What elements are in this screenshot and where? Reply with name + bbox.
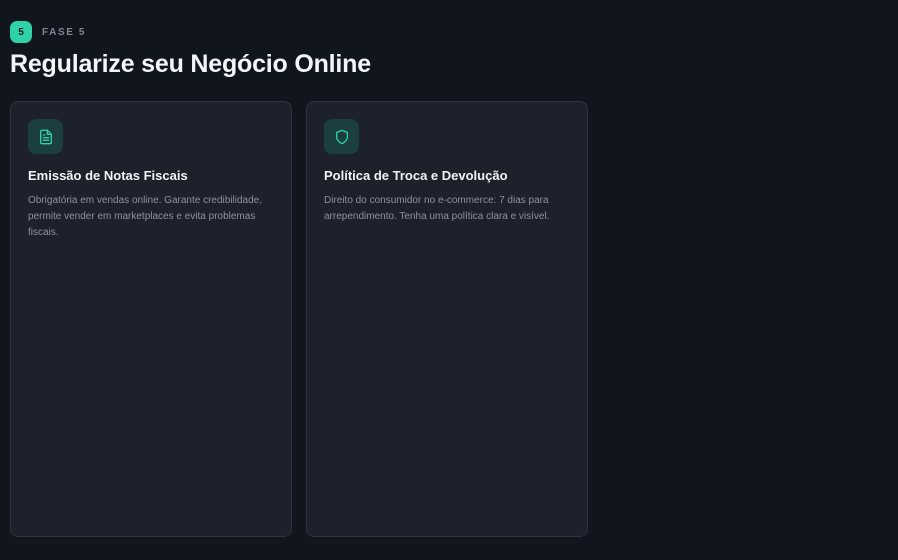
card-returns-policy[interactable]: Política de Troca e Devolução Direito do… xyxy=(306,101,588,537)
card-invoices[interactable]: Emissão de Notas Fiscais Obrigatória em … xyxy=(10,101,292,537)
document-icon xyxy=(28,119,63,154)
card-grid: Emissão de Notas Fiscais Obrigatória em … xyxy=(10,101,588,537)
card-title: Emissão de Notas Fiscais xyxy=(28,168,188,183)
phase-number-badge: 5 xyxy=(10,21,32,43)
phase-header: 5 FASE 5 xyxy=(10,21,888,43)
shield-icon xyxy=(324,119,359,154)
card-description: Obrigatória em vendas online. Garante cr… xyxy=(28,195,263,238)
card-description: Direito do consumidor no e-commerce: 7 d… xyxy=(324,195,550,222)
page: 5 FASE 5 Regularize seu Negócio Online E… xyxy=(0,0,898,560)
page-title: Regularize seu Negócio Online xyxy=(10,50,371,78)
phase-label: FASE 5 xyxy=(42,26,87,38)
card-title: Política de Troca e Devolução xyxy=(324,168,508,183)
